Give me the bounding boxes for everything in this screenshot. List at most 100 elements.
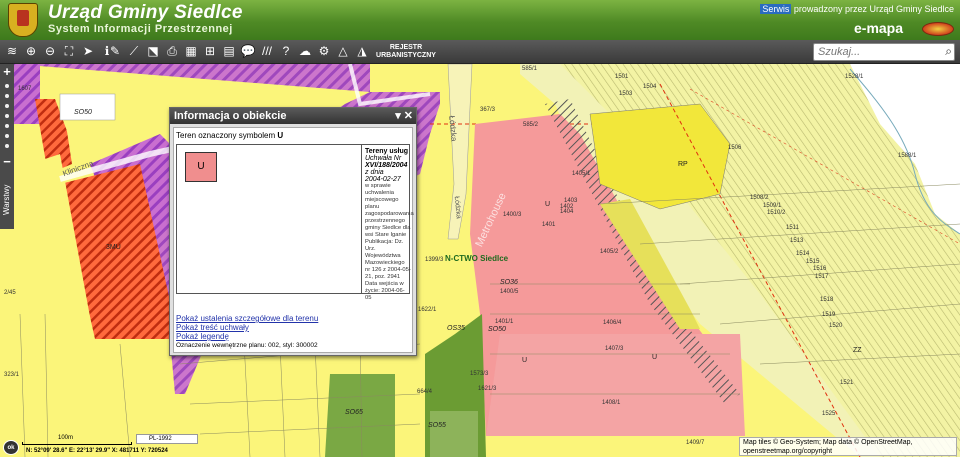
search-icon[interactable]: ⌕	[945, 44, 952, 59]
symbol-box: U Tereny usług Uchwała Nr XVI/188/2004 z…	[176, 144, 414, 301]
zoom-level-dot[interactable]	[5, 114, 9, 118]
parcel-label: 1520	[829, 323, 843, 329]
parcel-label: 1573/3	[470, 371, 489, 377]
measure-line-icon[interactable]: ⟋	[126, 43, 142, 60]
zoom-in-icon[interactable]: ⊕	[23, 43, 39, 60]
symbol-line: Teren oznaczony symbolem U	[176, 131, 284, 140]
parcel-label: 1514	[796, 251, 810, 257]
select-arrow-icon[interactable]: ➤	[80, 43, 96, 60]
parcel-label: 1409/7	[686, 440, 705, 446]
parcel-label: 1399/3	[425, 257, 444, 263]
parcel-label: 2/45	[4, 290, 16, 296]
zoom-out-icon[interactable]: ⊖	[42, 43, 58, 60]
service-link[interactable]: Serwis	[760, 4, 792, 14]
zone-label-u3: U	[652, 354, 658, 361]
parcel-label: 1406/4	[603, 320, 622, 326]
parcel-label: 1405/2	[600, 249, 619, 255]
parcel-label: 1407/3	[605, 346, 624, 352]
cursor-coordinates: N: 52°09' 28.6" E: 22°13' 29.9" X: 48171…	[26, 448, 168, 454]
parcel-label: 1518	[820, 297, 834, 303]
pencil-icon[interactable]: ✎	[107, 43, 123, 60]
plan-internal-id: Oznaczenie wewnętrzne planu: 002, styl: …	[176, 342, 318, 349]
parcel-label: 1521	[840, 380, 854, 386]
settings-icon[interactable]: ⚙	[316, 43, 332, 60]
bookmark-icon[interactable]: ⊞	[202, 43, 218, 60]
zoom-level-dot[interactable]	[5, 84, 9, 88]
parcel-label: 1501	[615, 74, 629, 80]
layers-icon[interactable]: ≋	[4, 43, 20, 60]
parcel-label: 1506	[728, 145, 742, 151]
projection-select[interactable]: PL-1992	[136, 434, 198, 444]
service-note: Serwis prowadzony przez Urząd Gminy Sied…	[760, 4, 954, 14]
rejestr-urbanistyczny-button[interactable]: REJESTR URBANISTYCZNY	[376, 44, 436, 60]
comment-icon[interactable]: 💬	[240, 43, 256, 60]
layers-tab[interactable]: Warstwy	[0, 176, 14, 224]
measure-area-icon[interactable]: ⬔	[145, 43, 161, 60]
app-title: Urząd Gminy Siedlce	[48, 2, 243, 23]
scale-bar	[22, 442, 132, 445]
table-icon[interactable]: ▤	[221, 43, 237, 60]
parcel-label: 1510/2	[767, 210, 786, 216]
zoom-level-dot[interactable]	[5, 104, 9, 108]
app-header: Urząd Gminy Siedlce System Informacji Pr…	[0, 0, 960, 40]
zoom-level-dot[interactable]	[5, 144, 9, 148]
popup-controls-icon[interactable]: ▾ ✕	[395, 109, 413, 122]
parcel-label: 1528/1	[845, 74, 864, 80]
coat-of-arms-icon	[8, 3, 38, 37]
cloud-icon[interactable]: ☁	[297, 43, 313, 60]
zoom-extent-icon[interactable]: ⛶	[61, 43, 77, 60]
parcel-label: 1621/3	[478, 386, 497, 392]
parcel-label: 1607	[18, 86, 32, 92]
zoom-out-button[interactable]: −	[0, 154, 14, 169]
search-box[interactable]: ⌕	[813, 43, 955, 61]
print-icon[interactable]: ⎙	[164, 43, 180, 60]
zone-label-u2: U	[522, 357, 528, 364]
parcel-label: 1622/1	[418, 307, 437, 313]
parcel-label: 1516	[813, 266, 827, 272]
parcel-label: 1404	[560, 209, 574, 215]
parcel-label: 1503	[619, 91, 633, 97]
divider	[361, 145, 362, 293]
parcel-label: 1401/1	[495, 319, 514, 325]
parcel-label: 1509/1	[763, 203, 782, 209]
attribution-link[interactable]: openstreetmap.org/copyright	[743, 447, 953, 456]
parcel-label: 585/2	[523, 122, 539, 128]
search-input[interactable]	[818, 45, 934, 59]
link-legenda[interactable]: Pokaż legendę	[176, 332, 229, 341]
parcel-label: 1517	[815, 274, 829, 280]
help-icon[interactable]: ?	[278, 43, 294, 60]
map-toolbar: ≋ ⊕ ⊖ ⛶ ➤ ℹ ✎ ⟋ ⬔ ⎙ ▦ ⊞ ▤ 💬 /// ? ☁ ⚙ △ …	[0, 40, 960, 64]
slashes-icon[interactable]: ///	[259, 43, 275, 60]
grid-icon[interactable]: ▦	[183, 43, 199, 60]
symbol-swatch: U	[185, 152, 217, 182]
parcel-label: 1504	[643, 84, 657, 90]
zoom-level-dot[interactable]	[5, 94, 9, 98]
link-tresc-uchwaly[interactable]: Pokaż treść uchwały	[176, 323, 249, 332]
popup-header[interactable]: Informacja o obiekcie ▾ ✕	[170, 108, 416, 124]
angle-icon[interactable]: ◮	[354, 43, 370, 60]
zoom-level-dot[interactable]	[5, 134, 9, 138]
triangle-icon[interactable]: △	[335, 43, 351, 60]
parcel-label: 1400/3	[503, 212, 522, 218]
map-canvas[interactable]: N-CTWO Siedlce RP U U U SO50 SO50 OS35 S…	[0, 64, 960, 457]
zoom-in-button[interactable]: +	[0, 64, 14, 79]
emapa-brand[interactable]: e-mapa	[854, 20, 954, 38]
zone-label-ctwo: N-CTWO Siedlce	[445, 254, 509, 263]
link-ustalenia[interactable]: Pokaż ustalenia szczegółowe dla terenu	[176, 314, 318, 323]
zone-label-so55: SO55	[428, 422, 446, 429]
zone-label-so50b: SO50	[488, 326, 506, 333]
scale-label: 100m	[58, 435, 74, 441]
emapa-logo-icon	[922, 22, 954, 36]
zoom-level-dot[interactable]	[5, 124, 9, 128]
parcel-label: 1400/5	[500, 289, 519, 295]
parcel-label: 1511	[786, 225, 799, 231]
map-attribution: Map tiles © Geo-System; Map data © OpenS…	[739, 437, 957, 456]
parcel-label: 1508/2	[750, 195, 769, 201]
zone-label-rp: RP	[678, 161, 688, 168]
emapa-text: e-mapa	[854, 20, 904, 36]
parcel-label: 1513	[790, 238, 804, 244]
parcel-label: 1515	[806, 259, 820, 265]
zone-label-os35: OS35	[447, 325, 465, 332]
ok-button[interactable]: ok	[3, 440, 19, 455]
zone-label-3mu: 3MU	[106, 244, 121, 251]
